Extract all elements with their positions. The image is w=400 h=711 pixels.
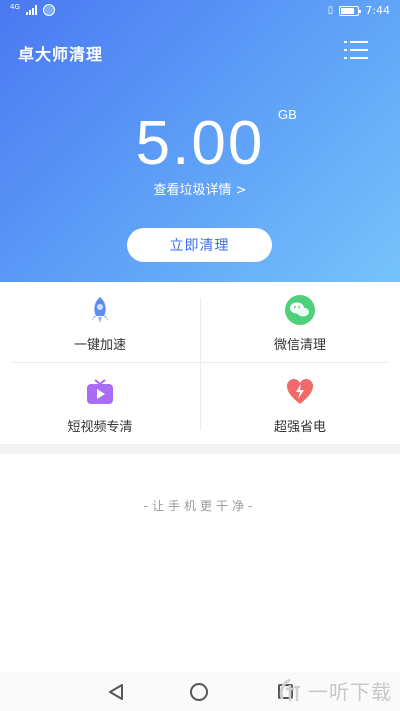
status-bar: 4G ▯ 7:44 xyxy=(0,0,400,24)
feature-wechat-clean[interactable]: 微信清理 xyxy=(200,282,400,362)
watermark-text: 一听下载 xyxy=(308,680,392,704)
signal-icon xyxy=(25,5,37,15)
network-type: 4G xyxy=(10,3,20,11)
junk-size-unit: GB xyxy=(278,107,297,122)
slogan-text: -让手机更干净- xyxy=(143,499,257,513)
feature-power-save[interactable]: 超强省电 xyxy=(200,364,400,444)
back-triangle-icon[interactable] xyxy=(108,683,124,701)
wechat-icon xyxy=(285,295,315,325)
junk-size-value: 5.00 xyxy=(135,109,265,178)
watermark: 一听下载 xyxy=(278,676,392,705)
notification-app-icon xyxy=(42,4,55,16)
battery-icon xyxy=(339,5,362,16)
junk-detail-link[interactable]: 查看垃圾详情 > xyxy=(0,179,400,198)
menu-list-icon[interactable] xyxy=(344,41,368,59)
home-circle-icon[interactable] xyxy=(190,683,208,701)
watermark-logo-icon xyxy=(279,678,300,701)
rocket-icon xyxy=(91,297,109,323)
status-time: 7:44 xyxy=(365,4,390,17)
feature-wechat-label: 微信清理 xyxy=(273,338,326,353)
feature-short-video-label: 短视频专清 xyxy=(67,420,133,435)
section-divider xyxy=(0,444,400,454)
clean-now-button[interactable]: 立即清理 xyxy=(127,228,272,262)
feature-grid: 一键加速 微信清理 短视频专清 超强省电 xyxy=(0,282,400,444)
system-nav-bar: 一听下载 xyxy=(0,672,400,711)
app-title: 卓大师清理 xyxy=(18,45,104,64)
feature-short-video-clean[interactable]: 短视频专清 xyxy=(0,364,200,444)
feature-speedup-label: 一键加速 xyxy=(73,338,126,353)
battery-heart-icon xyxy=(287,379,313,404)
feature-speedup[interactable]: 一键加速 xyxy=(0,282,200,362)
hero-panel: 4G ▯ 7:44 卓大师清理 5.00 GB 查看垃圾详情 > 立即清理 xyxy=(0,0,400,282)
vibrate-icon: ▯ xyxy=(327,5,334,16)
video-tv-icon xyxy=(87,379,113,404)
grid-divider-horizontal xyxy=(12,362,388,363)
feature-power-save-label: 超强省电 xyxy=(273,420,326,435)
